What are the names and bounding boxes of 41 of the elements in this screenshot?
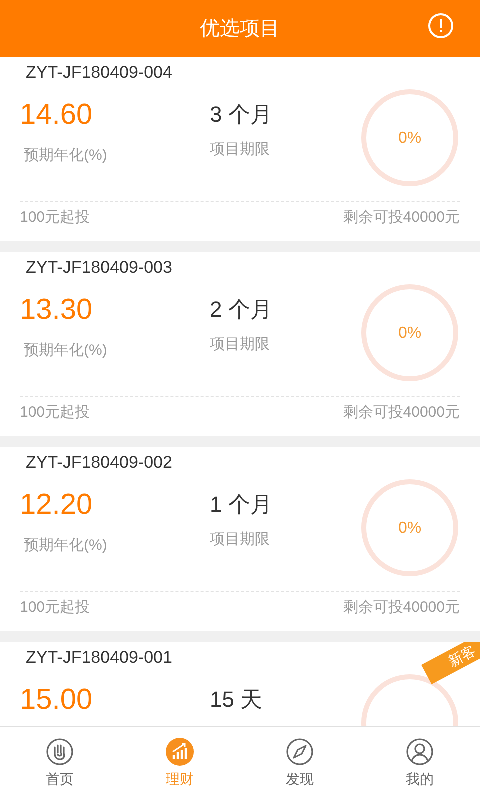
term-value: 1 个月: [210, 491, 272, 519]
nav-tab[interactable]: 发现: [240, 727, 360, 800]
compass-icon: [286, 738, 314, 766]
min-investment: 100元起投: [20, 403, 90, 424]
progress-percent: 0%: [397, 519, 423, 539]
progress-percent: 0%: [397, 129, 423, 149]
info-icon[interactable]: [428, 13, 454, 39]
page-title: 优选项目: [200, 16, 280, 42]
project-card[interactable]: ZYT-JF180409-004 14.60 预期年化(%) 3 个月 项目期限 0% 100元起投 剩余可投40000元: [0, 57, 480, 241]
rate-value: 13.30: [20, 293, 93, 328]
term-label: 项目期限: [210, 530, 270, 550]
remaining-amount: 剩余可投40000元: [343, 208, 460, 228]
project-card[interactable]: ZYT-JF180409-002 12.20 预期年化(%) 1 个月 项目期限 0% 100元起投 剩余可投40000元: [0, 447, 480, 631]
term-label: 项目期限: [210, 140, 270, 160]
remaining-amount: 剩余可投40000元: [343, 598, 460, 618]
rate-label: 预期年化(%): [23, 341, 108, 361]
rate-value: 14.60: [20, 98, 93, 133]
nav-tab[interactable]: 首页: [0, 727, 120, 800]
min-investment: 100元起投: [20, 598, 90, 618]
rate-label: 预期年化(%): [23, 536, 108, 556]
person-icon: [406, 738, 434, 766]
nav-tab[interactable]: 我的: [360, 727, 480, 800]
term-value: 3 个月: [210, 101, 272, 129]
project-id: ZYT-JF180409-001: [26, 648, 172, 667]
project-id: ZYT-JF180409-004: [26, 63, 172, 82]
remaining-amount: 剩余可投40000元: [343, 403, 460, 424]
hand-icon: [46, 738, 74, 766]
rate-value: 15.00: [20, 683, 93, 718]
project-card[interactable]: ZYT-JF180409-001 15.00 15 天 新客: [0, 642, 480, 726]
min-investment: 100元起投: [20, 208, 90, 228]
new-customer-badge: 新客: [422, 642, 480, 684]
project-card[interactable]: ZYT-JF180409-003 13.30 预期年化(%) 2 个月 项目期限 0% 100元起投 剩余可投40000元: [0, 252, 480, 436]
term-value: 15 天: [210, 686, 263, 714]
term-value: 2 个月: [210, 296, 272, 324]
term-label: 项目期限: [210, 335, 270, 355]
progress-percent: 0%: [397, 324, 423, 344]
rate-value: 12.20: [20, 488, 93, 523]
rate-label: 预期年化(%): [23, 146, 108, 166]
project-id: ZYT-JF180409-002: [26, 453, 172, 472]
project-id: ZYT-JF180409-003: [26, 258, 172, 277]
bar-chart-icon: [166, 738, 194, 766]
